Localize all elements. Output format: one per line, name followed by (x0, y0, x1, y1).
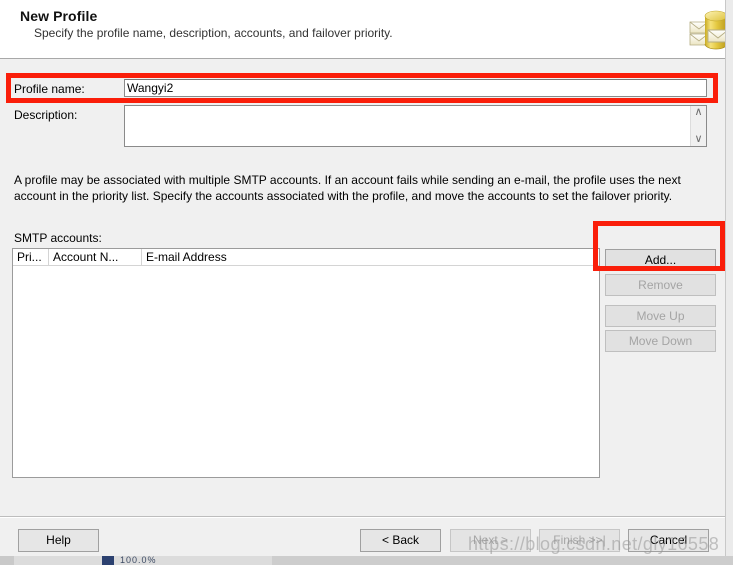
remove-account-button[interactable]: Remove (605, 274, 716, 296)
smtp-accounts-label: SMTP accounts: (14, 231, 102, 245)
window-right-edge (725, 0, 733, 565)
add-account-button[interactable]: Add... (605, 249, 716, 271)
cancel-button[interactable]: Cancel (628, 529, 709, 552)
new-profile-wizard: New Profile Specify the profile name, de… (0, 0, 725, 565)
chevron-down-icon[interactable]: ∨ (692, 134, 706, 145)
column-header-account-name[interactable]: Account N... (49, 249, 142, 265)
page-subtitle: Specify the profile name, description, a… (34, 26, 393, 40)
description-scrollbar[interactable]: ∧ ∨ (690, 106, 706, 146)
footer-divider (0, 516, 725, 518)
chevron-up-icon[interactable]: ∧ (692, 107, 706, 118)
column-header-email-address[interactable]: E-mail Address (142, 249, 342, 265)
info-paragraph: A profile may be associated with multipl… (14, 173, 681, 203)
back-button[interactable]: < Back (360, 529, 441, 552)
bottom-cutoff-strip: 100.0% (0, 556, 733, 565)
finish-button[interactable]: Finish >>| (539, 529, 620, 552)
smtp-accounts-rows[interactable] (13, 266, 599, 476)
profile-name-label: Profile name: (14, 82, 85, 96)
column-header-priority[interactable]: Pri... (13, 249, 49, 265)
move-down-button[interactable]: Move Down (605, 330, 716, 352)
description-field-wrapper: ∧ ∨ (124, 105, 707, 147)
smtp-accounts-header: Pri... Account N... E-mail Address (13, 249, 599, 266)
database-mail-icon (686, 4, 725, 54)
page-title: New Profile (20, 8, 98, 24)
wizard-banner: New Profile Specify the profile name, de… (0, 0, 725, 59)
smtp-accounts-listview[interactable]: Pri... Account N... E-mail Address (12, 248, 600, 478)
move-up-button[interactable]: Move Up (605, 305, 716, 327)
bottom-strip-left-block (0, 556, 14, 565)
bottom-strip-right-block (272, 556, 733, 565)
description-label: Description: (14, 108, 78, 122)
profile-name-input[interactable] (124, 79, 707, 97)
next-button[interactable]: Next > (450, 529, 531, 552)
description-textarea[interactable] (125, 106, 690, 146)
bottom-strip-marker (102, 556, 114, 565)
bottom-strip-text: 100.0% (120, 556, 157, 565)
help-button[interactable]: Help (18, 529, 99, 552)
